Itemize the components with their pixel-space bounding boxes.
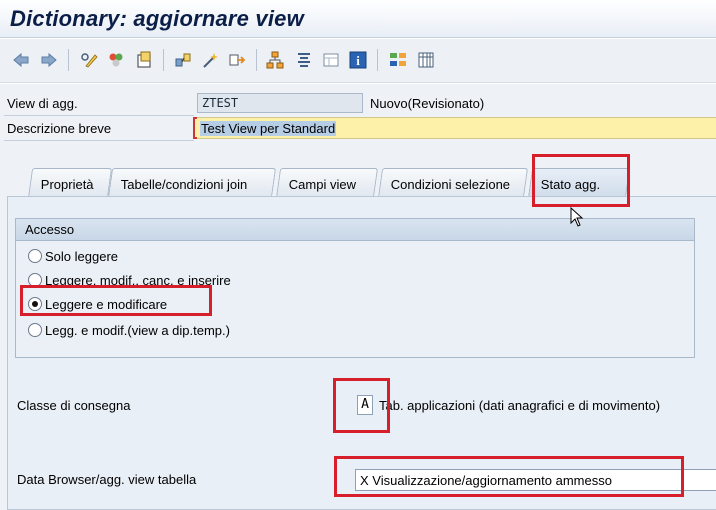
highlight-select-box xyxy=(334,456,684,497)
view-name-field[interactable]: ZTEST xyxy=(197,93,363,113)
toolbar-separator xyxy=(163,49,164,71)
radio-read-only[interactable]: Solo leggere xyxy=(28,246,118,266)
highlight-radio-box xyxy=(20,285,212,316)
navigate-icon[interactable] xyxy=(228,51,246,69)
delivery-class-description: Tab. applicazioni (dati anagrafici e di … xyxy=(379,398,661,413)
tab-properties[interactable]: Proprietà xyxy=(27,168,113,198)
required-marker xyxy=(193,117,197,139)
list-icon[interactable] xyxy=(295,51,313,69)
tab-tables-join[interactable]: Tabelle/condizioni join xyxy=(107,168,277,198)
info-icon[interactable]: i xyxy=(349,51,367,69)
other-object-icon[interactable] xyxy=(107,51,125,69)
structure-icon[interactable] xyxy=(389,51,407,69)
layout-icon[interactable] xyxy=(322,51,340,69)
data-browser-label: Data Browser/agg. view tabella xyxy=(17,472,197,487)
application-toolbar: i xyxy=(0,39,716,83)
row-divider xyxy=(4,115,194,116)
magic-wand-icon[interactable] xyxy=(201,51,219,69)
window-title: Dictionary: aggiornare view xyxy=(10,6,304,31)
table-icon[interactable] xyxy=(417,51,435,69)
description-field[interactable]: Test View per Standard xyxy=(193,117,716,139)
where-used-icon[interactable] xyxy=(174,51,192,69)
view-status: Nuovo(Revisionato) xyxy=(370,96,485,111)
delivery-class-label: Classe di consegna xyxy=(17,398,131,413)
view-row: View di agg. ZTEST Nuovo(Revisionato) xyxy=(0,92,716,116)
forward-arrow-icon[interactable] xyxy=(40,51,58,69)
mouse-cursor-icon xyxy=(570,206,584,227)
radio-read-change-time-dependent[interactable]: Legg. e modif.(view a dip.temp.) xyxy=(28,320,230,340)
highlight-code-box xyxy=(333,378,390,433)
row-divider xyxy=(4,140,194,141)
radio-button[interactable] xyxy=(28,323,42,337)
hierarchy-icon[interactable] xyxy=(266,51,284,69)
view-label: View di agg. xyxy=(7,96,78,111)
toolbar-separator xyxy=(377,49,378,71)
toolbar-separator xyxy=(256,49,257,71)
description-text: Test View per Standard xyxy=(200,121,337,136)
display-change-icon[interactable] xyxy=(80,51,98,69)
title-bar: Dictionary: aggiornare view xyxy=(0,0,716,38)
highlight-tab-box xyxy=(532,154,630,207)
toolbar-separator xyxy=(68,49,69,71)
tab-selection-conditions[interactable]: Condizioni selezione xyxy=(377,168,529,198)
access-group-title: Accesso xyxy=(16,219,694,241)
back-arrow-icon[interactable] xyxy=(12,51,30,69)
activate-icon[interactable] xyxy=(135,51,153,69)
radio-button[interactable] xyxy=(28,249,42,263)
tab-view-fields[interactable]: Campi view xyxy=(275,168,379,198)
description-row: Descrizione breve Test View per Standard xyxy=(0,117,716,141)
description-label: Descrizione breve xyxy=(7,121,112,136)
svg-text:i: i xyxy=(356,53,360,68)
